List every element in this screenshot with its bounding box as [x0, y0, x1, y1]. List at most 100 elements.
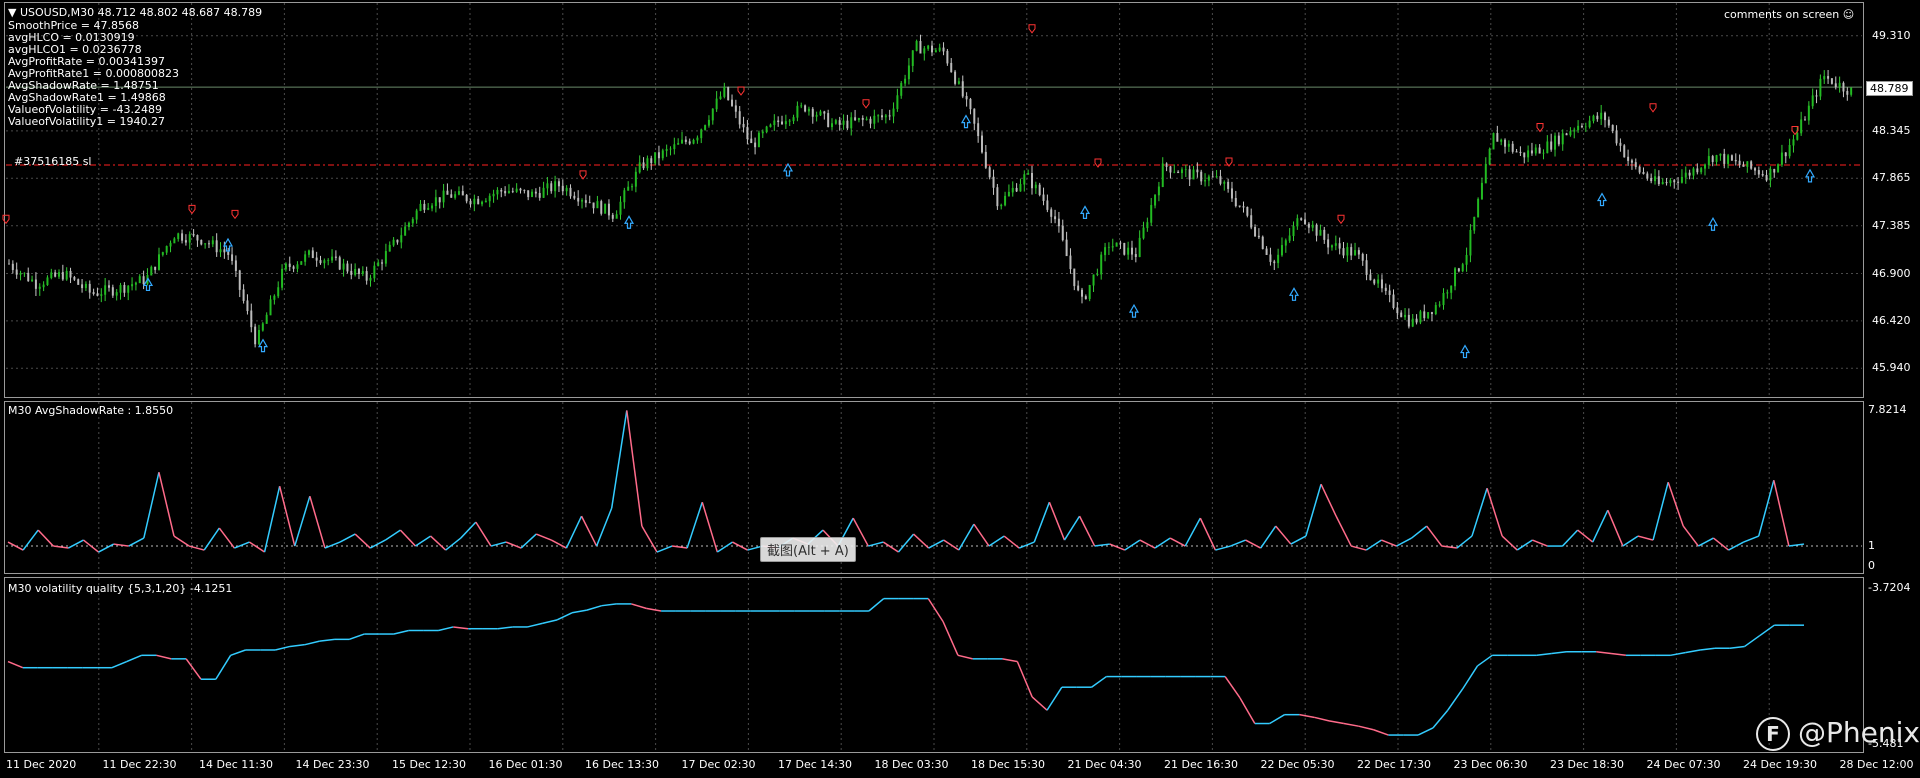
time-tick-label: 14 Dec 23:30 — [295, 758, 370, 771]
volatility-segment — [1224, 676, 1241, 699]
shadow-rate-segment — [1682, 525, 1699, 547]
volatility-segment — [1700, 647, 1716, 651]
volatility-segment — [1091, 675, 1107, 688]
time-tick-label: 16 Dec 01:30 — [488, 758, 563, 771]
sell-arrow-icon — [1028, 24, 1036, 34]
shadow-rate-segment — [1486, 487, 1503, 537]
shadow-rate-segment — [324, 541, 341, 549]
shadow-rate-segment — [1652, 482, 1669, 541]
time-tick-label: 24 Dec 07:30 — [1646, 758, 1721, 771]
shadow-rate-segment — [1124, 539, 1141, 551]
volatility-segment — [1477, 654, 1493, 667]
volatility-segment — [1729, 645, 1745, 649]
shadow-rate-segment — [626, 410, 643, 527]
time-tick-label: 14 Dec 11:30 — [199, 758, 273, 771]
price-tick-label: 45.940 — [1872, 361, 1911, 375]
volatility-segment — [1447, 688, 1464, 711]
shadow-rate-segment — [610, 410, 628, 509]
shadow-rate-segment — [1622, 535, 1639, 547]
shadow-rate-segment — [1199, 517, 1217, 551]
shadow-rate-segment — [565, 515, 583, 549]
sell-arrow-icon — [579, 170, 587, 180]
buy-arrow-icon — [1596, 192, 1608, 207]
shadow-rate-segment — [988, 535, 1005, 547]
shadow-rate-segment — [1577, 529, 1594, 543]
time-tick-label: 11 Dec 22:30 — [102, 758, 177, 771]
volatility-segment — [1343, 722, 1359, 727]
shadow-rate-segment — [490, 541, 507, 547]
volatility-segment — [230, 649, 246, 657]
shadow-rate-segment — [68, 539, 84, 549]
shadow-rate-segment — [143, 472, 160, 539]
volatility-segment — [1610, 652, 1626, 657]
shadow-rate-segment — [1637, 535, 1654, 541]
shadow-rate-segment — [928, 539, 945, 549]
buy-arrow-icon — [960, 114, 972, 129]
volatility-segment — [438, 626, 454, 632]
volatility-segment — [289, 643, 305, 648]
volatility-segment — [1046, 686, 1063, 711]
shadow-rate-segment — [505, 541, 522, 549]
shadow-rate-segment — [732, 541, 748, 551]
volatility-segment — [601, 603, 617, 607]
volatility-segment — [942, 621, 959, 656]
shadow-rate-segment — [973, 523, 990, 547]
volatility-segment — [1002, 658, 1018, 663]
watermark: F @Phenix — [1756, 716, 1920, 751]
shadow-rate-segment — [1411, 525, 1428, 539]
shadow-rate-segment — [1335, 515, 1352, 547]
shadow-rate-segment — [1426, 525, 1443, 547]
shadow-rate-segment — [580, 515, 598, 547]
shadow-rate-segment — [1063, 515, 1081, 541]
shadow-rate-segment — [1184, 517, 1201, 547]
buy-arrow-icon — [1288, 287, 1300, 301]
shadow-rate-segment — [98, 543, 114, 553]
shadow-rate-segment — [535, 533, 552, 541]
shadow-rate-segment — [399, 529, 417, 547]
watermark-logo-icon: F — [1756, 717, 1790, 751]
volatility-segment — [646, 607, 662, 612]
time-tick-label: 22 Dec 05:30 — [1260, 758, 1335, 771]
shadow-rate-segment — [882, 541, 899, 553]
shadow-rate-segment — [113, 543, 129, 547]
shadow-rate-segment — [1441, 545, 1457, 549]
volatility-segment — [556, 612, 573, 621]
volatility-segment — [1670, 651, 1686, 657]
shadow-rate-segment — [158, 472, 175, 537]
chart-canvas[interactable] — [0, 0, 1920, 778]
volatility-segment — [1299, 713, 1315, 719]
shadow-rate-segment — [1396, 537, 1412, 547]
vol-pane-title: M30 volatility quality {5,3,1,20} -4.125… — [8, 582, 233, 595]
time-tick-label: 15 Dec 12:30 — [392, 758, 466, 771]
buy-arrow-icon — [257, 338, 269, 353]
shadow-rate-segment — [1667, 481, 1684, 527]
shadow-rate-segment — [249, 541, 265, 553]
shadow-rate-segment — [1561, 529, 1579, 547]
shadow-rate-segment — [1712, 537, 1730, 551]
symbol-header-text: USOUSD,M30 48.712 48.802 48.687 48.789 — [19, 6, 263, 19]
shadow-rate-segment — [1320, 483, 1337, 517]
time-tick-label: 18 Dec 03:30 — [874, 758, 949, 771]
time-tick-label: 21 Dec 04:30 — [1067, 758, 1142, 771]
watermark-text: @Phenix — [1798, 716, 1920, 749]
volatility-segment — [393, 629, 409, 635]
volatility-segment — [1373, 729, 1389, 736]
collapse-triangle-icon[interactable]: ▼ — [8, 6, 16, 19]
volatility-segment — [1031, 696, 1048, 711]
volatility-segment — [586, 604, 602, 611]
time-tick-label: 22 Dec 17:30 — [1357, 758, 1431, 771]
volatility-segment — [1239, 697, 1256, 724]
shadow-rate-segment — [1215, 545, 1231, 551]
buy-arrow-icon — [1128, 303, 1140, 318]
volatility-segment — [1269, 714, 1285, 725]
shadow-rate-segment — [1351, 545, 1367, 551]
shadow-rate-segment — [1456, 535, 1473, 549]
shadow-rate-segment — [1381, 539, 1397, 547]
shadow-rate-segment — [716, 541, 733, 553]
shadow-rate-segment — [1230, 539, 1246, 547]
time-tick-label: 28 Dec 12:00 — [1839, 758, 1914, 771]
buy-arrow-icon — [1079, 205, 1091, 220]
shadow-rate-segment — [369, 539, 386, 549]
shadow-rate-segment — [1698, 537, 1714, 547]
shadow-rate-segment — [701, 501, 719, 553]
